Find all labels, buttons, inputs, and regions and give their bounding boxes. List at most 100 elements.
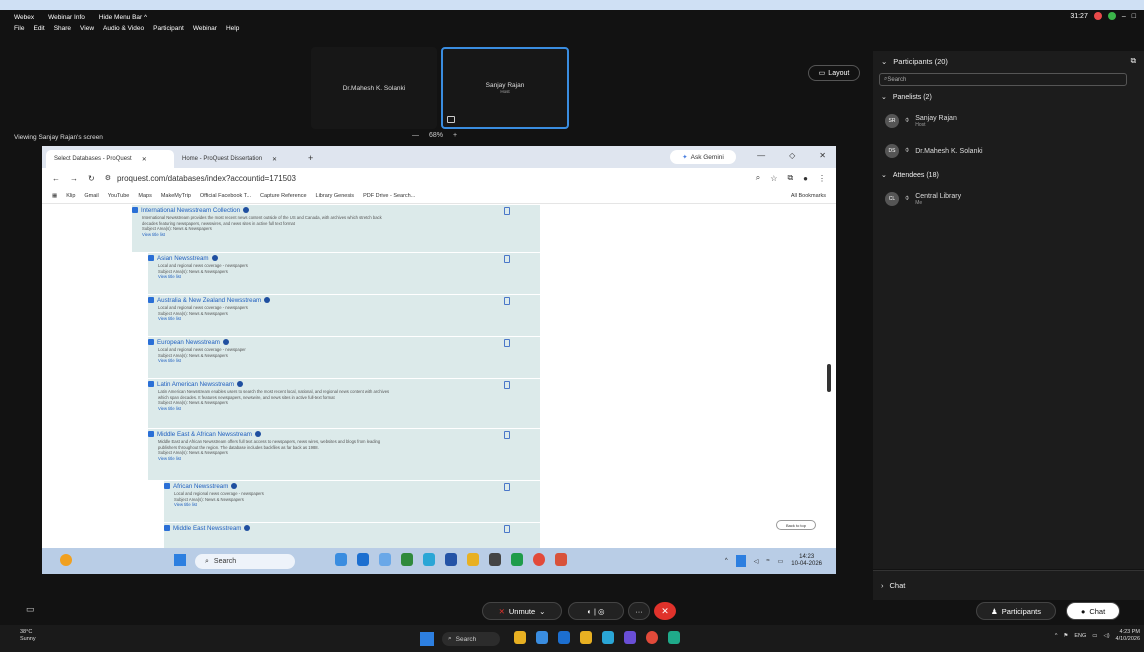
back-to-top-button[interactable]: Back to top [776,520,816,530]
checkbox[interactable] [164,525,170,531]
address-bar[interactable]: ⚙ proquest.com/databases/index?accountid=… [105,171,746,185]
all-bookmarks[interactable]: All Bookmarks [791,193,826,199]
checkbox[interactable] [148,431,154,437]
apps-icon[interactable]: ▦ [52,193,57,199]
item-title[interactable]: Asian Newsstream [157,255,209,262]
app-icon[interactable] [445,553,457,566]
app-icon[interactable]: ⚑ [1063,633,1068,639]
video-tile-sanjay[interactable]: Sanjay Rajan Host [441,47,569,129]
bookmark-pdf-drive[interactable]: PDF Drive - Search... [363,193,415,199]
checkbox[interactable] [148,297,154,303]
chat-section[interactable]: › Chat [873,570,1144,600]
app-icon[interactable] [602,631,614,644]
view-title-list-link[interactable]: View title list [148,274,540,279]
bookmark-makemytrip[interactable]: MakeMyTrip [161,193,191,199]
app-icon[interactable] [580,631,592,644]
bookmark-library-genesis[interactable]: Library Genesis [316,193,355,199]
webinar-info[interactable]: Webinar Info [48,14,85,21]
document-icon[interactable] [504,255,510,263]
checkbox[interactable] [132,207,138,213]
info-icon[interactable] [264,297,271,303]
system-clock[interactable]: 4:23 PM 4/10/2026 [1116,629,1140,643]
hide-menu-bar[interactable]: Hide Menu Bar ^ [99,14,147,21]
star-icon[interactable]: ☆ [770,174,777,183]
item-title[interactable]: European Newsstream [157,339,220,346]
menu-icon[interactable]: ⋮ [818,174,826,183]
windows-search[interactable]: ⌕ Search [442,632,500,646]
participant-row[interactable]: SR ⌽ Sanjay Rajan Host [873,106,1144,136]
chat-bubble-icon[interactable]: ▭ [26,604,35,615]
attendees-section[interactable]: ⌄ Attendees (18) [873,166,1144,184]
chrome-icon[interactable] [533,553,545,566]
info-icon[interactable] [211,255,218,261]
leave-button[interactable]: ✕ [654,602,676,620]
extensions-icon[interactable]: ⧉ [787,173,793,183]
app-icon[interactable] [514,631,526,644]
item-title[interactable]: African Newsstream [173,483,228,490]
participant-row[interactable]: CL ⌽ Central Library Me [873,184,1144,214]
participant-row[interactable]: DS ⌽ Dr.Mahesh K. Solanki [873,136,1144,166]
app-icon[interactable] [357,553,369,566]
chevron-up-icon[interactable]: ^ [725,558,728,564]
menu-webinar[interactable]: Webinar [193,25,217,32]
close-icon[interactable]: ✕ [819,151,826,160]
participant-search[interactable]: ⌕ Search [879,73,1127,86]
display-icon[interactable]: ▭ [1092,633,1097,639]
info-icon[interactable] [244,525,251,531]
webex-logo[interactable]: Webex [14,14,34,21]
chrome-icon[interactable] [646,631,658,644]
item-title[interactable]: Middle East Newsstream [173,525,241,532]
bookmark-gmail[interactable]: Gmail [84,193,98,199]
tab-select-databases[interactable]: Select Databases - ProQuest ✕ [46,150,174,168]
start-icon[interactable] [420,632,434,646]
app-icon[interactable] [489,553,501,566]
ask-gemini-button[interactable]: ✦ Ask Gemini [670,150,736,164]
item-title[interactable]: Middle East & African Newsstream [157,431,252,438]
menu-edit[interactable]: Edit [33,25,44,32]
wifi-icon[interactable]: ≈ [766,558,769,564]
app-icon[interactable] [335,553,347,566]
app-icon[interactable] [401,553,413,566]
info-icon[interactable] [231,483,238,489]
app-icon[interactable] [467,553,479,566]
reload-icon[interactable]: ↻ [88,174,95,183]
page-scrollbar[interactable] [827,364,831,392]
checkbox[interactable] [148,381,154,387]
minimize-icon[interactable]: – [1122,13,1126,20]
new-tab-icon[interactable]: + [308,153,313,163]
menu-file[interactable]: File [14,25,24,32]
unmute-button[interactable]: ✕ Unmute ⌄ [482,602,562,620]
bookmark-youtube[interactable]: YouTube [108,193,130,199]
chevron-down-icon[interactable]: ⌄ [881,57,887,66]
app-icon[interactable] [536,631,548,644]
start-icon[interactable] [174,554,186,566]
layout-button[interactable]: ▭ Layout [808,65,860,81]
close-icon[interactable]: ✕ [142,156,147,163]
zoom-out-button[interactable]: — [412,132,419,139]
minimize-icon[interactable]: — [757,151,765,160]
list-item[interactable]: Middle East Newsstream [164,522,540,550]
menu-share[interactable]: Share [54,25,71,32]
app-icon[interactable] [558,631,570,644]
bookmark-klip[interactable]: Klip [66,193,75,199]
maximize-icon[interactable]: □ [1132,13,1136,20]
record-icon[interactable] [1093,12,1102,20]
search-icon[interactable]: ⌕ [756,173,760,183]
app-icon[interactable] [624,631,636,644]
document-icon[interactable] [504,297,510,305]
volume-icon[interactable]: ◁) [1103,633,1109,639]
view-title-list-link[interactable]: View title list [148,456,540,461]
app-icon[interactable] [735,555,746,567]
app-icon[interactable] [555,553,567,566]
menu-help[interactable]: Help [226,25,239,32]
document-icon[interactable] [504,525,510,533]
menu-view[interactable]: View [80,25,94,32]
app-icon[interactable] [379,553,391,566]
weather-icon[interactable] [60,554,72,566]
close-icon[interactable]: ✕ [272,156,277,163]
video-tile-mahesh[interactable]: Dr.Mahesh K. Solanki [311,47,437,129]
view-title-list-link[interactable]: View title list [148,316,540,321]
list-item[interactable]: Australia & New Zealand Newsstream Local… [148,294,540,336]
document-icon[interactable] [504,339,510,347]
bookmark-capture-reference[interactable]: Capture Reference [260,193,306,199]
